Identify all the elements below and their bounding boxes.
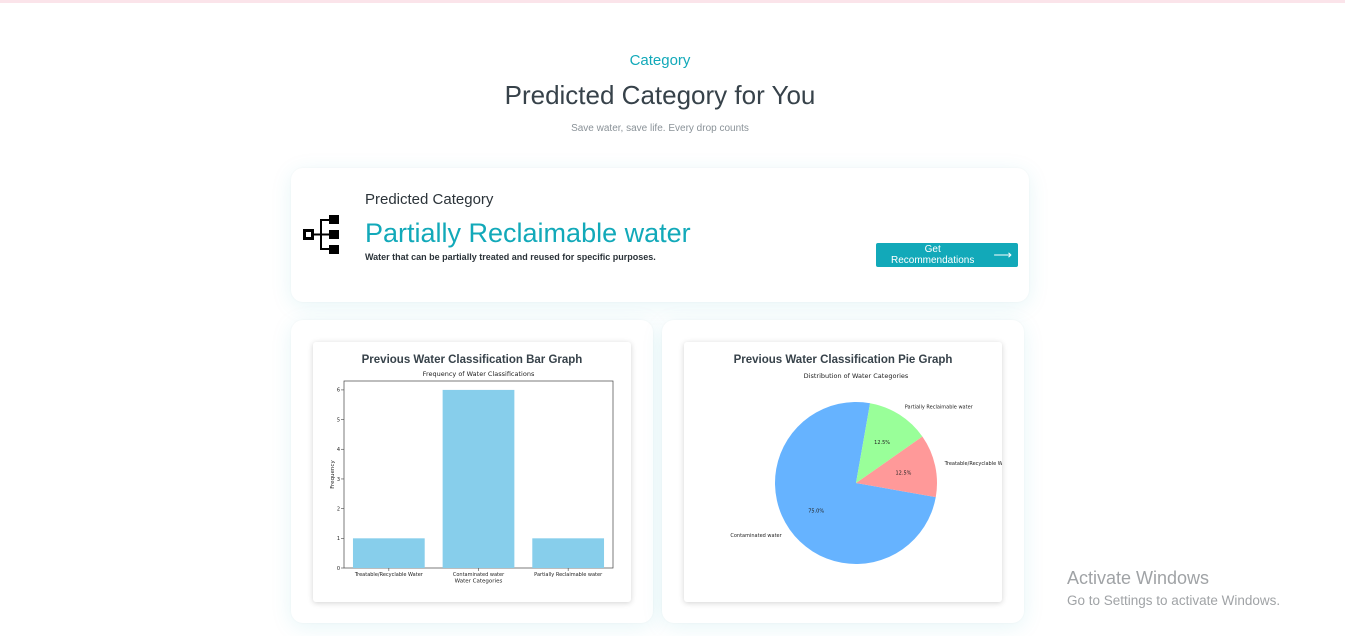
predicted-category: Partially Reclaimable water <box>365 218 691 248</box>
y-tick-label: 1 <box>337 536 340 542</box>
pie-slice-label: Treatable/Recyclable Water <box>944 461 1002 467</box>
bar-chart-title: Frequency of Water Classifications <box>423 370 535 378</box>
x-tick-label: Treatable/Recyclable Water <box>354 572 424 578</box>
bar <box>352 538 425 568</box>
windows-activation-watermark: Activate Windows Go to Settings to activ… <box>1067 568 1280 608</box>
x-axis-label: Water Categories <box>455 579 503 585</box>
y-tick-label: 0 <box>337 566 340 572</box>
pie-pct-label: 12.5% <box>896 470 912 476</box>
y-axis-label: Frequency <box>330 460 336 489</box>
y-tick-label: 3 <box>337 477 340 483</box>
arrow-right-icon: ⟶ <box>993 247 1012 262</box>
x-tick-label: Contaminated water <box>453 572 505 578</box>
bar <box>532 538 605 568</box>
watermark-subtitle: Go to Settings to activate Windows. <box>1067 593 1281 608</box>
prediction-label: Predicted Category <box>365 191 494 208</box>
bar-graph-card: Previous Water Classification Bar Graph … <box>291 320 653 623</box>
pie-chart-title: Distribution of Water Categories <box>804 372 909 380</box>
page-subtitle: Save water, save life. Every drop counts <box>571 123 749 134</box>
pie-slice-label: Partially Reclaimable water <box>905 404 974 410</box>
x-tick-label: Partially Reclaimable water <box>534 572 603 578</box>
y-tick-label: 2 <box>337 506 340 512</box>
pie-chart: Distribution of Water Categories 75.0% Con… <box>730 372 1002 564</box>
get-recommendations-button[interactable]: Get Recommendations ⟶ <box>876 243 1018 267</box>
prediction-card: Predicted Category Partially Reclaimable… <box>291 168 1029 302</box>
pie-pct-label: 75.0% <box>808 509 824 515</box>
get-recommendations-label: Get Recommendations <box>890 244 975 266</box>
watermark-title: Activate Windows <box>1067 568 1210 588</box>
y-tick-label: 6 <box>337 388 340 394</box>
pie-pct-label: 12.5% <box>874 440 890 446</box>
section-tag: Category <box>629 52 691 69</box>
pie-slice-label: Contaminated water <box>730 533 782 539</box>
pie-graph-card: Previous Water Classification Pie Graph … <box>662 320 1024 623</box>
hierarchy-icon <box>303 215 339 254</box>
bar-graph-panel: Previous Water Classification Bar Graph … <box>313 342 631 602</box>
bar-chart: Frequency of Water Classifications 0 1 2 3 4 5… <box>330 370 614 585</box>
page-title: Predicted Category for You <box>504 80 816 110</box>
prediction-description: Water that can be partially treated and … <box>365 252 656 262</box>
y-tick-label: 4 <box>337 447 340 453</box>
pie-graph-panel: Previous Water Classification Pie Graph … <box>684 342 1002 602</box>
bar <box>442 389 515 568</box>
top-border <box>0 0 1345 3</box>
y-tick-label: 5 <box>337 417 340 423</box>
